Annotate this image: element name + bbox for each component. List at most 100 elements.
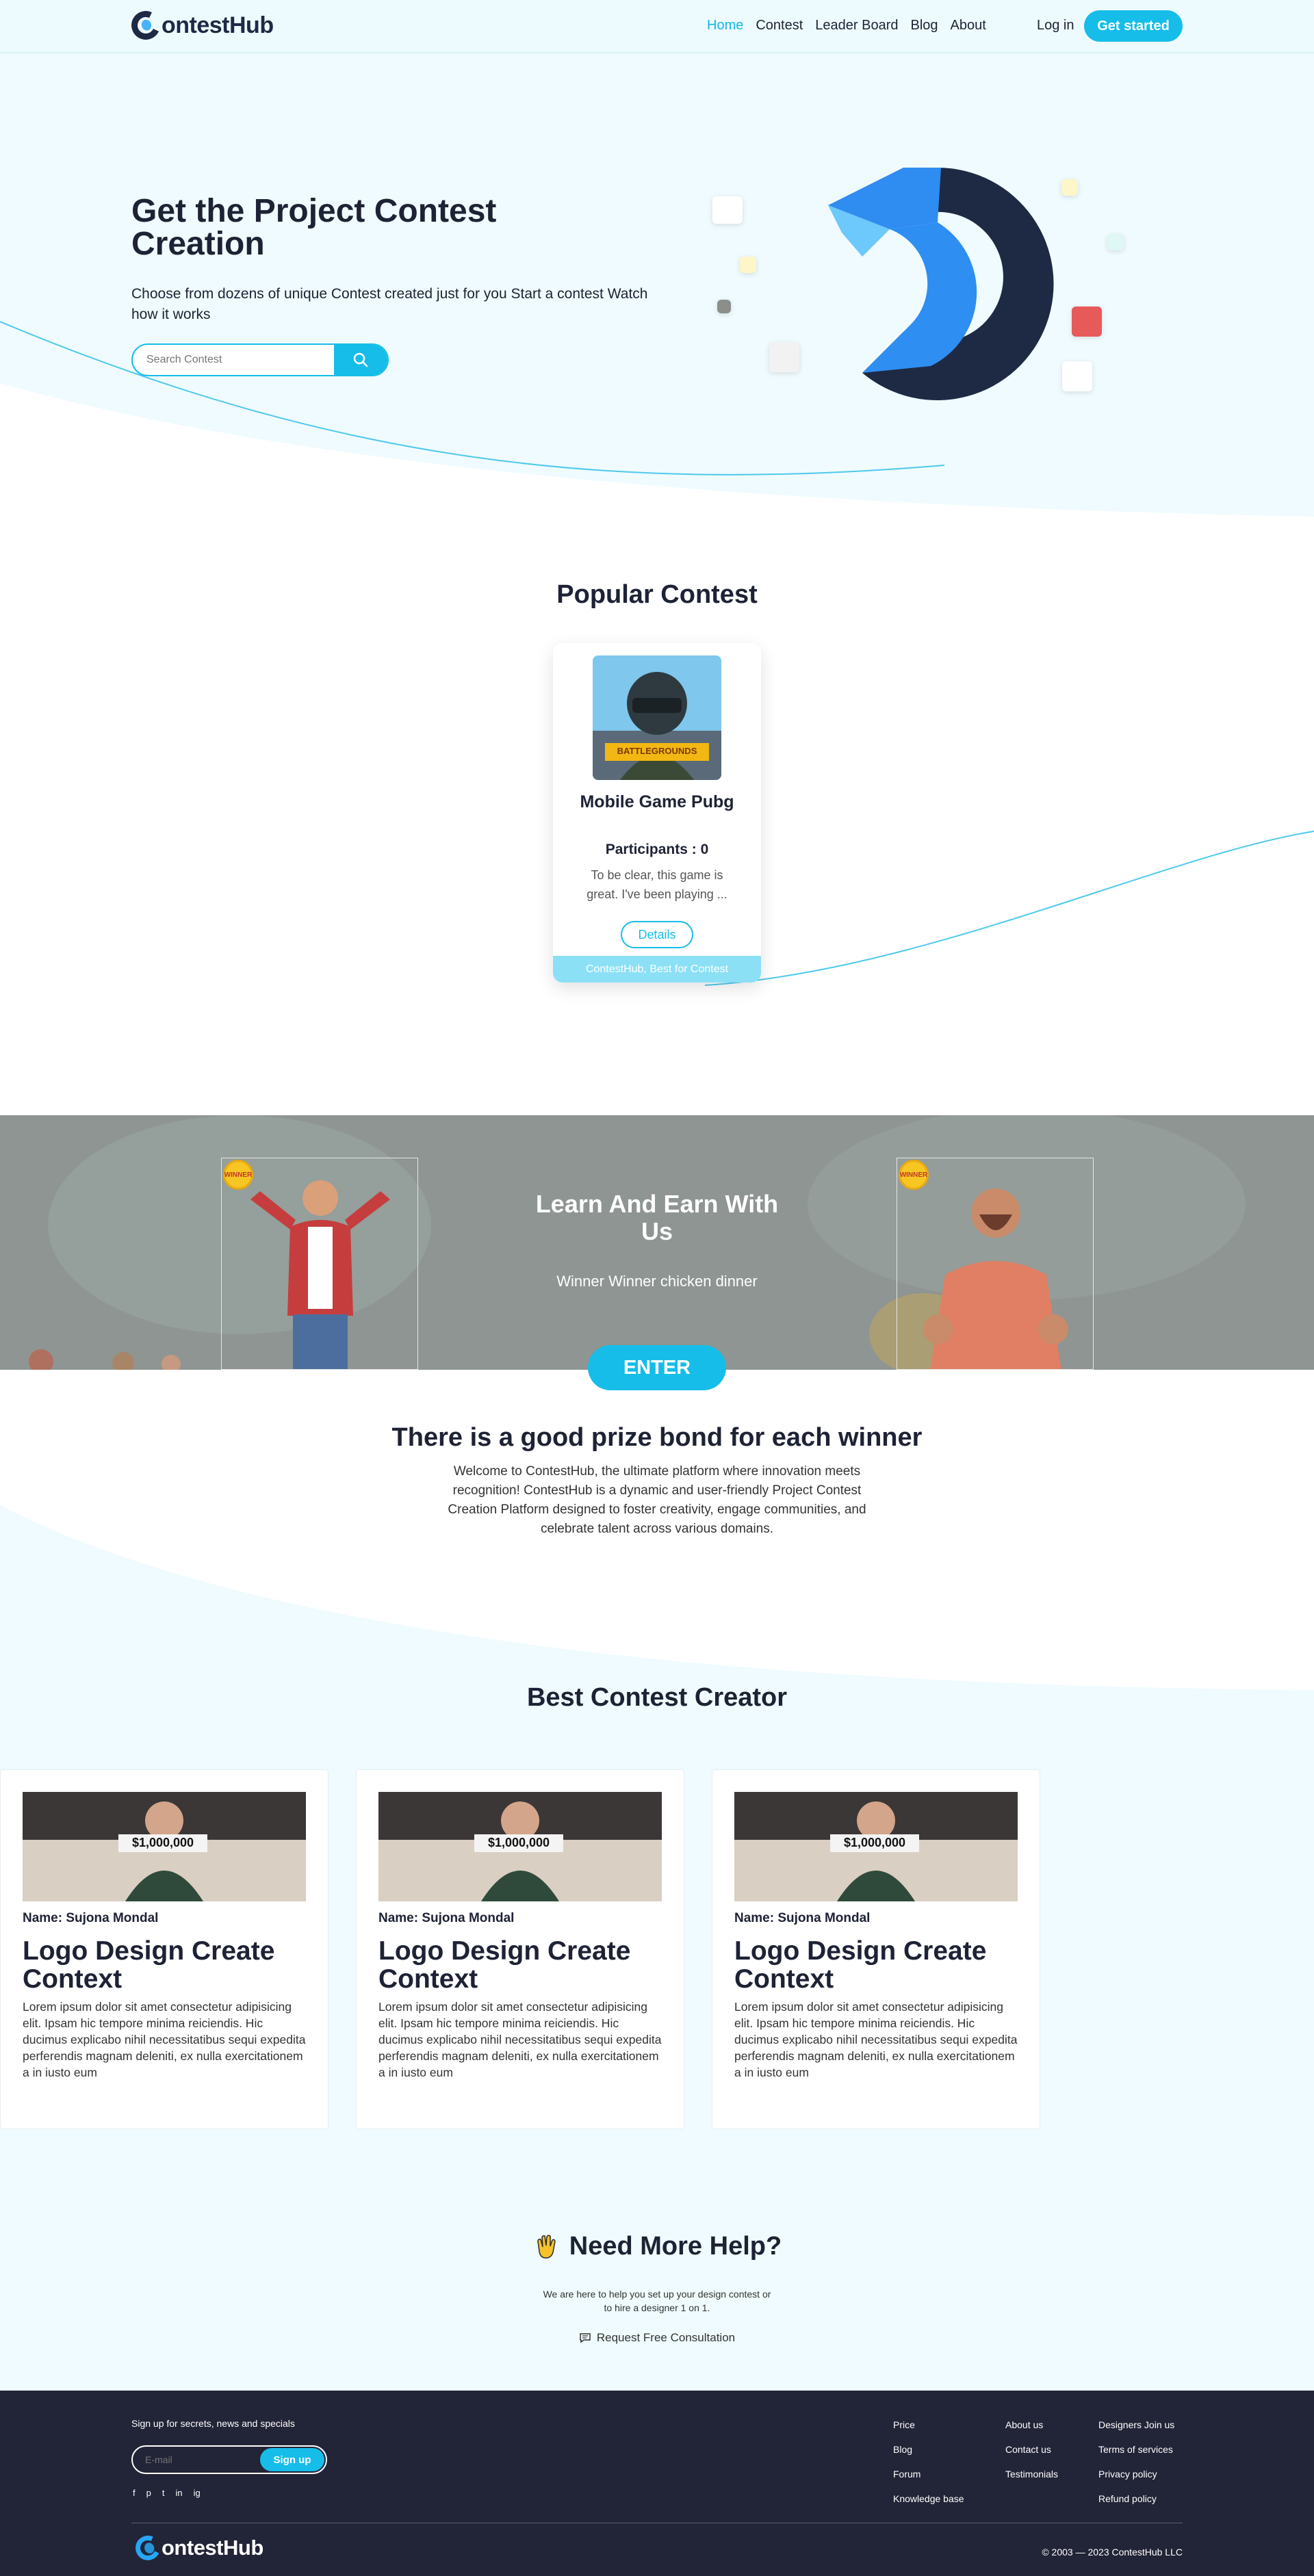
creator-image: $1,000,000 [734, 1792, 1018, 1901]
hero-search [131, 343, 389, 376]
footer-logo[interactable]: ontestHub [131, 2532, 263, 2564]
creator-contest-title: Logo Design Create Context [23, 1936, 275, 1994]
footer-link-blog[interactable]: Blog [893, 2444, 964, 2455]
popular-curve-line [704, 831, 1314, 986]
help-title: Need More Help? [569, 2232, 782, 2261]
creator-image-text: $1,000,000 [487, 1836, 550, 1849]
hero-3d-c-illustration [828, 168, 1054, 400]
nav-links: Home Contest Leader Board Blog About [707, 18, 986, 34]
floating-icon-7 [1072, 307, 1102, 337]
enter-button[interactable]: ENTER [588, 1345, 726, 1390]
footer-email-form: Sign up [131, 2445, 327, 2474]
best-creator-title: Best Contest Creator [526, 1683, 788, 1712]
winner-badge-left: WINNER [223, 1160, 253, 1190]
footer-link-price[interactable]: Price [893, 2419, 964, 2430]
popular-contest-card: BATTLEGROUNDS Mobile Game Pubg Participa… [553, 643, 761, 983]
logo[interactable]: ontestHub [127, 7, 274, 44]
participants-count: Participants : 0 [605, 842, 709, 857]
floating-icon-1 [712, 196, 743, 224]
footer-link-refund[interactable]: Refund policy [1098, 2493, 1174, 2504]
hero-title: Get the Project Contest Creation [131, 193, 497, 262]
signup-button[interactable]: Sign up [260, 2448, 324, 2471]
floating-icon-5 [740, 257, 756, 273]
instagram-icon[interactable]: ig [194, 2488, 201, 2498]
floating-icon-4 [1061, 179, 1078, 196]
winner-badge-right: WINNER [899, 1160, 929, 1190]
nav-link-blog[interactable]: Blog [911, 18, 938, 34]
pinterest-icon[interactable]: p [146, 2488, 151, 2498]
winner-photo-left: WINNER [221, 1158, 418, 1370]
search-input[interactable] [133, 345, 335, 375]
request-consultation-link[interactable]: Request Free Consultation [520, 2331, 794, 2345]
twitter-icon[interactable]: t [162, 2488, 165, 2498]
popular-contest-title: Popular Contest [556, 580, 758, 609]
pubg-image: BATTLEGROUNDS [593, 655, 721, 780]
creator-image-text: $1,000,000 [131, 1836, 194, 1849]
creator-card-2: $1,000,000 Name: Sujona Mondal Logo Desi… [356, 1769, 684, 2129]
footer-logo-c-icon [131, 2532, 164, 2564]
floating-icon-6 [1107, 234, 1124, 250]
footer-link-about-us[interactable]: About us [1005, 2419, 1058, 2430]
floating-icon-2 [717, 300, 731, 313]
footer-link-testimonials[interactable]: Testimonials [1005, 2469, 1058, 2480]
footer-link-terms[interactable]: Terms of services [1098, 2444, 1174, 2455]
creator-contest-title: Logo Design Create Context [734, 1936, 987, 1994]
hero-subtitle: Choose from dozens of unique Contest cre… [131, 286, 648, 322]
footer-logo-text: ontestHub [162, 2536, 263, 2560]
social-links: f p t in ig [133, 2488, 201, 2498]
search-icon [353, 352, 368, 367]
logo-c-icon [127, 7, 164, 44]
creator-name: Name: Sujona Mondal [378, 1911, 515, 1925]
nav-link-home[interactable]: Home [707, 18, 743, 34]
footer-link-forum[interactable]: Forum [893, 2469, 964, 2480]
email-field[interactable] [133, 2447, 263, 2473]
floating-icon-8 [1062, 361, 1092, 391]
card-footer: ContestHub, Best for Contest [553, 956, 761, 983]
creator-description: Lorem ipsum dolor sit amet consectetur a… [734, 2000, 1018, 2079]
prize-title: There is a good prize bond for each winn… [391, 1423, 923, 1452]
copyright: © 2003 — 2023 ContestHub LLC [1042, 2547, 1183, 2558]
winner-photo-right: WINNER [897, 1158, 1094, 1370]
creator-image: $1,000,000 [23, 1792, 306, 1901]
footer-column-2: About us Contact us Testimonials [1005, 2419, 1058, 2480]
search-button[interactable] [334, 345, 387, 375]
floating-icon-3 [769, 342, 799, 372]
get-started-button[interactable]: Get started [1084, 10, 1183, 42]
top-navbar: ontestHub Home Contest Leader Board Blog… [0, 0, 1314, 53]
footer-link-contact-us[interactable]: Contact us [1005, 2444, 1058, 2455]
creator-card-3: $1,000,000 Name: Sujona Mondal Logo Desi… [712, 1769, 1040, 2129]
linkedin-icon[interactable]: in [175, 2488, 182, 2498]
creator-name: Name: Sujona Mondal [734, 1911, 871, 1925]
request-consultation-label: Request Free Consultation [596, 2331, 736, 2344]
facebook-icon[interactable]: f [133, 2488, 136, 2498]
footer-column-3: Designers Join us Terms of services Priv… [1098, 2419, 1174, 2504]
contest-name: Mobile Game Pubg [580, 792, 734, 811]
footer-link-knowledge-base[interactable]: Knowledge base [893, 2493, 964, 2504]
learn-earn-title: Learn And Earn With Us [535, 1190, 779, 1245]
details-button[interactable]: Details [621, 921, 693, 948]
help-text: We are here to help you set up your desi… [543, 2289, 771, 2313]
footer-link-designers-join[interactable]: Designers Join us [1098, 2419, 1174, 2430]
nav-link-leader-board[interactable]: Leader Board [815, 18, 898, 34]
learn-earn-subtitle: Winner Winner chicken dinner [556, 1273, 758, 1290]
footer-column-1: Price Blog Forum Knowledge base [893, 2419, 964, 2504]
footer-link-privacy[interactable]: Privacy policy [1098, 2469, 1174, 2480]
creator-image: $1,000,000 [378, 1792, 662, 1901]
help-title-row: Need More Help? [520, 2232, 794, 2261]
nav-link-about[interactable]: About [951, 18, 986, 34]
creator-name: Name: Sujona Mondal [23, 1911, 159, 1925]
waving-hand-icon [537, 2234, 556, 2259]
footer-signup-text: Sign up for secrets, news and specials [131, 2418, 295, 2429]
creator-description: Lorem ipsum dolor sit amet consectetur a… [23, 2000, 306, 2079]
chat-icon [580, 2333, 591, 2343]
footer: Sign up for secrets, news and specials S… [0, 2391, 1314, 2576]
nav-link-contest[interactable]: Contest [756, 18, 803, 34]
creator-description: Lorem ipsum dolor sit amet consectetur a… [378, 2000, 662, 2079]
creator-contest-title: Logo Design Create Context [378, 1936, 631, 1994]
creator-card-1: $1,000,000 Name: Sujona Mondal Logo Desi… [0, 1769, 328, 2129]
login-link[interactable]: Log in [1037, 18, 1074, 34]
pubg-image-text: BATTLEGROUNDS [617, 746, 697, 756]
creator-image-text: $1,000,000 [843, 1836, 906, 1849]
contest-description: To be clear, this game is great. I've be… [587, 868, 727, 901]
logo-text: ontestHub [162, 12, 274, 38]
